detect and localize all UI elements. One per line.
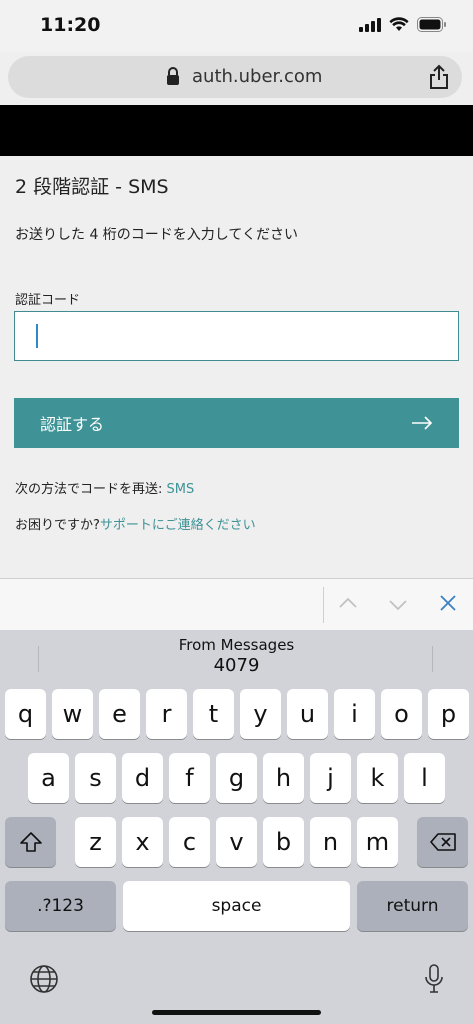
resend-line: 次の方法でコードを再送: SMS [15, 478, 194, 497]
key-d[interactable]: d [122, 753, 163, 803]
key-z[interactable]: z [75, 817, 116, 867]
support-line: お困りですか?サポートにご連絡ください [15, 514, 256, 533]
space-key[interactable]: space [123, 881, 350, 931]
header-banner [0, 105, 473, 156]
cellular-signal-icon [359, 16, 381, 32]
main-content: 2 段階認証 - SMS お送りした 4 桁のコードを入力してください 認証コー… [0, 156, 473, 578]
key-n[interactable]: n [310, 817, 351, 867]
key-t[interactable]: t [193, 689, 234, 739]
numbers-key[interactable]: .?123 [5, 881, 116, 931]
home-indicator [152, 1010, 321, 1015]
suggestion-source: From Messages [178, 636, 295, 654]
arrow-right-icon [412, 416, 433, 430]
suggestion-separator-right [432, 646, 433, 672]
key-k[interactable]: k [357, 753, 398, 803]
code-field-label: 認証コード [15, 293, 81, 308]
key-i[interactable]: i [334, 689, 375, 739]
keyboard-accessory-bar [0, 578, 473, 630]
key-a[interactable]: a [28, 753, 69, 803]
code-input[interactable] [14, 311, 459, 361]
key-j[interactable]: j [310, 753, 351, 803]
instruction-text: お送りした 4 桁のコードを入力してください [15, 227, 298, 243]
verify-button-label: 認証する [40, 415, 105, 434]
chevron-up-icon[interactable] [338, 596, 358, 610]
key-e[interactable]: e [99, 689, 140, 739]
key-h[interactable]: h [263, 753, 304, 803]
key-f[interactable]: f [169, 753, 210, 803]
support-link[interactable]: サポートにご連絡ください [100, 518, 256, 533]
key-p[interactable]: p [428, 689, 469, 739]
wifi-icon [389, 16, 409, 31]
return-key[interactable]: return [357, 881, 468, 931]
key-q[interactable]: q [5, 689, 46, 739]
shift-icon [19, 832, 42, 852]
lock-icon [167, 67, 179, 85]
status-time: 11:20 [40, 14, 101, 36]
chevron-down-icon[interactable] [388, 598, 408, 612]
support-prefix: お困りですか? [15, 518, 100, 533]
key-v[interactable]: v [216, 817, 257, 867]
microphone-icon[interactable] [424, 963, 444, 995]
key-c[interactable]: c [169, 817, 210, 867]
status-icons [359, 16, 447, 32]
suggestion-code: 4079 [213, 655, 260, 676]
key-u[interactable]: u [287, 689, 328, 739]
text-caret [36, 324, 38, 348]
key-g[interactable]: g [216, 753, 257, 803]
battery-icon [417, 16, 446, 32]
globe-icon[interactable] [28, 963, 60, 995]
delete-key[interactable] [417, 817, 468, 867]
keyboard: From Messages 4079 q w e r t y u i o p a… [0, 630, 473, 1024]
resend-prefix: 次の方法でコードを再送: [15, 482, 167, 497]
key-b[interactable]: b [263, 817, 304, 867]
key-x[interactable]: x [122, 817, 163, 867]
key-r[interactable]: r [146, 689, 187, 739]
address-bar[interactable]: auth.uber.com [8, 56, 462, 98]
key-m[interactable]: m [357, 817, 398, 867]
url-text: auth.uber.com [192, 66, 323, 87]
share-icon[interactable] [428, 64, 450, 90]
accessory-divider [323, 587, 324, 623]
key-w[interactable]: w [52, 689, 93, 739]
status-bar: 11:20 [0, 0, 473, 52]
key-s[interactable]: s [75, 753, 116, 803]
close-icon[interactable] [438, 593, 458, 613]
page-title: 2 段階認証 - SMS [15, 176, 169, 198]
key-l[interactable]: l [404, 753, 445, 803]
backspace-icon [429, 833, 456, 851]
verify-button[interactable]: 認証する [14, 398, 459, 448]
key-o[interactable]: o [381, 689, 422, 739]
key-y[interactable]: y [240, 689, 281, 739]
otp-suggestion[interactable]: From Messages 4079 [0, 630, 473, 682]
shift-key[interactable] [5, 817, 56, 867]
resend-sms-link[interactable]: SMS [167, 482, 195, 497]
